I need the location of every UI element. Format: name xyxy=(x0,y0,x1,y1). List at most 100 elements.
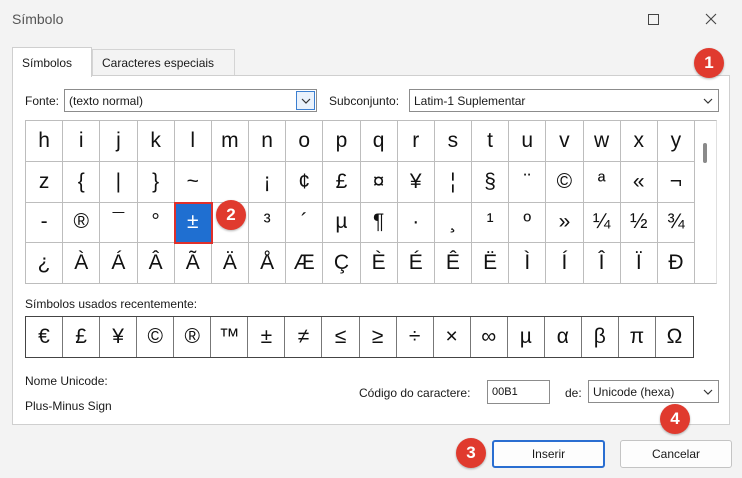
symbol-cell[interactable]: Â xyxy=(137,243,175,284)
symbol-cell[interactable]: £ xyxy=(323,161,361,203)
symbol-cell[interactable]: - xyxy=(26,202,64,244)
symbol-cell[interactable]: Ï xyxy=(620,243,658,284)
symbol-cell[interactable]: Á xyxy=(100,243,138,284)
symbol-cell[interactable]: i xyxy=(63,121,101,162)
symbol-cell[interactable]: ¤ xyxy=(360,161,398,203)
recent-symbol-cell[interactable]: ™ xyxy=(211,317,249,357)
insert-button[interactable]: Inserir xyxy=(492,440,605,468)
symbol-cell[interactable]: Ë xyxy=(472,243,510,284)
symbol-cell[interactable]: v xyxy=(546,121,584,162)
recent-symbol-cell[interactable]: © xyxy=(137,317,175,357)
symbol-cell[interactable]: ¶ xyxy=(360,202,398,244)
recent-symbol-cell[interactable]: ÷ xyxy=(397,317,434,357)
symbol-cell[interactable]: É xyxy=(397,243,435,284)
recent-symbol-cell[interactable]: × xyxy=(434,317,471,357)
symbol-cell[interactable]: x xyxy=(620,121,658,162)
symbol-cell[interactable]: j xyxy=(100,121,138,162)
symbol-cell[interactable]: t xyxy=(472,121,510,162)
cancel-button[interactable]: Cancelar xyxy=(620,440,732,468)
symbol-cell[interactable]: r xyxy=(397,121,435,162)
recent-symbol-cell[interactable]: α xyxy=(545,317,582,357)
symbol-cell[interactable]: ¨ xyxy=(509,161,547,203)
symbol-cell[interactable]: ¯ xyxy=(100,202,138,244)
symbol-cell[interactable]: Ì xyxy=(509,243,547,284)
symbol-cell[interactable]: ° xyxy=(137,202,175,244)
recent-symbol-cell[interactable]: ∞ xyxy=(471,317,508,357)
symbol-cell[interactable]: Ç xyxy=(323,243,361,284)
symbol-cell[interactable]: h xyxy=(26,121,64,162)
symbol-cell[interactable]: Í xyxy=(546,243,584,284)
recent-symbol-cell[interactable]: ± xyxy=(248,317,286,357)
tab-special-characters[interactable]: Caracteres especiais xyxy=(92,49,235,76)
symbol-cell[interactable]: s xyxy=(434,121,472,162)
recent-symbol-cell[interactable]: ≠ xyxy=(285,317,323,357)
recent-symbol-cell[interactable]: £ xyxy=(63,317,101,357)
symbol-cell[interactable]: u xyxy=(509,121,547,162)
symbol-cell[interactable]: · xyxy=(397,202,435,244)
symbol-cell[interactable]: µ xyxy=(323,202,361,244)
symbol-cell[interactable]: ¿ xyxy=(26,243,64,284)
symbol-cell[interactable]: Ê xyxy=(434,243,472,284)
recent-symbol-cell[interactable]: µ xyxy=(508,317,545,357)
symbol-cell[interactable]: n xyxy=(249,121,287,162)
symbol-cell[interactable]: Ð xyxy=(657,243,695,284)
subset-dropdown[interactable]: Latim-1 Suplementar xyxy=(409,89,719,112)
recent-symbol-cell[interactable]: Ω xyxy=(656,317,693,357)
chevron-down-icon[interactable] xyxy=(698,91,717,110)
scrollbar-thumb[interactable] xyxy=(703,143,707,163)
symbol-cell[interactable]: À xyxy=(63,243,101,284)
symbol-cell[interactable]: ½ xyxy=(620,202,658,244)
symbol-cell[interactable]: k xyxy=(137,121,175,162)
close-button[interactable] xyxy=(688,0,734,38)
symbol-cell[interactable]: ¬ xyxy=(657,161,695,203)
symbol-cell[interactable]: Ä xyxy=(211,243,249,284)
symbol-cell[interactable] xyxy=(211,161,249,203)
symbol-cell[interactable]: ª xyxy=(583,161,621,203)
symbol-cell[interactable]: § xyxy=(472,161,510,203)
font-dropdown[interactable]: (texto normal) xyxy=(64,89,317,112)
chevron-down-icon[interactable] xyxy=(296,91,315,110)
symbol-cell[interactable]: È xyxy=(360,243,398,284)
symbol-cell[interactable]: w xyxy=(583,121,621,162)
symbol-cell[interactable]: « xyxy=(620,161,658,203)
symbol-cell[interactable]: } xyxy=(137,161,175,203)
char-code-input[interactable] xyxy=(487,380,550,404)
recent-symbol-cell[interactable]: ≥ xyxy=(360,317,397,357)
symbol-cell[interactable]: ± xyxy=(173,201,213,245)
symbol-cell[interactable]: ~ xyxy=(174,161,212,203)
symbol-cell[interactable]: z xyxy=(26,161,64,203)
symbol-cell[interactable]: ¢ xyxy=(286,161,324,203)
symbol-cell[interactable]: » xyxy=(546,202,584,244)
symbol-cell[interactable]: p xyxy=(323,121,361,162)
symbol-cell[interactable]: q xyxy=(360,121,398,162)
symbol-cell[interactable]: ³ xyxy=(249,202,287,244)
symbol-cell[interactable]: ¸ xyxy=(434,202,472,244)
symbol-cell[interactable]: º xyxy=(509,202,547,244)
symbol-cell[interactable]: ´ xyxy=(286,202,324,244)
symbol-cell[interactable]: | xyxy=(100,161,138,203)
recent-symbol-cell[interactable]: ≤ xyxy=(322,317,360,357)
symbol-cell[interactable]: l xyxy=(174,121,212,162)
symbol-cell[interactable]: ¾ xyxy=(657,202,695,244)
symbol-cell[interactable]: Ã xyxy=(174,243,212,284)
symbol-cell[interactable]: m xyxy=(211,121,249,162)
symbol-cell[interactable]: ¡ xyxy=(249,161,287,203)
symbol-cell[interactable]: o xyxy=(286,121,324,162)
symbol-cell[interactable]: © xyxy=(546,161,584,203)
symbol-cell[interactable]: ¼ xyxy=(583,202,621,244)
recent-symbol-cell[interactable]: € xyxy=(26,317,64,357)
symbol-cell[interactable]: ¹ xyxy=(472,202,510,244)
symbol-cell[interactable]: ® xyxy=(63,202,101,244)
symbol-grid-scrollbar[interactable] xyxy=(695,120,717,284)
recent-symbol-cell[interactable]: β xyxy=(582,317,619,357)
from-dropdown[interactable]: Unicode (hexa) xyxy=(588,380,719,403)
recent-symbol-cell[interactable]: ¥ xyxy=(100,317,138,357)
symbol-cell[interactable]: ¦ xyxy=(434,161,472,203)
maximize-button[interactable] xyxy=(630,0,676,38)
symbol-cell[interactable]: Î xyxy=(583,243,621,284)
recent-symbol-cell[interactable]: ® xyxy=(174,317,212,357)
chevron-down-icon[interactable] xyxy=(698,382,717,401)
symbol-cell[interactable]: ¥ xyxy=(397,161,435,203)
symbol-cell[interactable]: Å xyxy=(249,243,287,284)
symbol-cell[interactable]: { xyxy=(63,161,101,203)
